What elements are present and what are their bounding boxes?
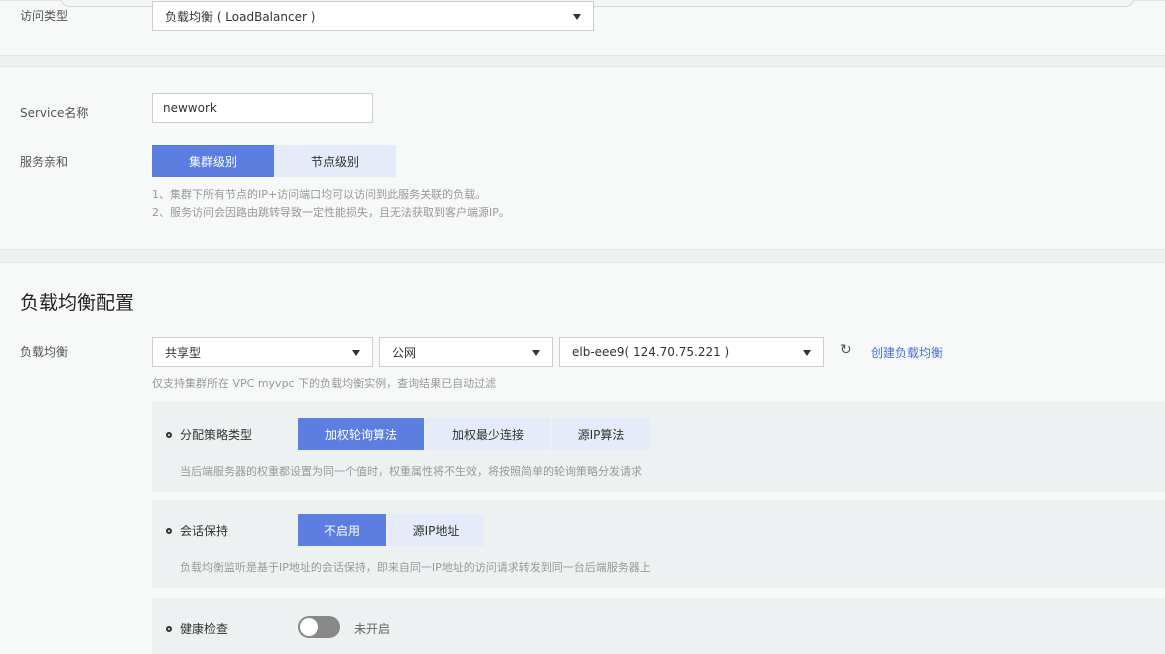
session-panel: 会话保持 不启用 源IP地址 负载均衡监听是基于IP地址的会话保持，即来自同一I… (152, 500, 1165, 588)
bullet-icon (166, 527, 172, 534)
strategy-panel: 分配策略类型 加权轮询算法 加权最少连接 源IP算法 当后端服务器的权重都设置为… (152, 402, 1165, 492)
health-label: 健康检查 (166, 620, 228, 637)
toggle-knob (300, 618, 318, 636)
lb-network-select[interactable]: 公网 (379, 337, 553, 367)
strategy-weighted-rr-button[interactable]: 加权轮询算法 (298, 418, 424, 450)
chevron-down-icon (573, 14, 581, 20)
refresh-icon[interactable]: ↻ (840, 342, 852, 358)
access-type-card: 访问类型 负载均衡 ( LoadBalancer ) (0, 0, 1165, 56)
affinity-node-button[interactable]: 节点级别 (274, 145, 396, 177)
session-label-text: 会话保持 (180, 524, 229, 538)
lb-type-value: 共享型 (165, 345, 202, 360)
strategy-label-text: 分配策略类型 (180, 428, 253, 442)
affinity-note-2: 2、服务访问会因路由跳转导致一定性能损失，且无法获取到客户端源IP。 (152, 206, 510, 219)
health-panel: 健康检查 未开启 (152, 598, 1165, 654)
chevron-down-icon (532, 350, 540, 356)
lb-instance-select[interactable]: elb-eee9( 124.70.75.221 ) (559, 337, 824, 367)
strategy-label: 分配策略类型 (166, 426, 252, 443)
access-type-label: 访问类型 (20, 9, 69, 23)
page: 访问类型 负载均衡 ( LoadBalancer ) Service名称 new… (0, 0, 1165, 654)
affinity-label: 服务亲和 (20, 155, 69, 169)
lb-filter-hint: 仅支持集群所在 VPC myvpc 下的负载均衡实例，查询结果已自动过滤 (152, 377, 497, 390)
service-name-label: Service名称 (20, 106, 89, 120)
health-check-toggle[interactable] (298, 616, 340, 638)
session-source-ip-button[interactable]: 源IP地址 (388, 514, 484, 546)
health-status: 未开启 (354, 622, 391, 636)
lb-label: 负载均衡 (20, 345, 69, 359)
session-disabled-button[interactable]: 不启用 (298, 514, 386, 546)
strategy-weighted-lc-button[interactable]: 加权最少连接 (426, 418, 550, 450)
service-card: Service名称 newwork 服务亲和 集群级别 节点级别 1、集群下所有… (0, 66, 1165, 250)
service-name-value: newwork (163, 101, 217, 115)
bullet-icon (166, 625, 172, 632)
lb-instance-value: elb-eee9( 124.70.75.221 ) (572, 345, 730, 359)
session-label: 会话保持 (166, 522, 228, 539)
lb-type-select[interactable]: 共享型 (152, 337, 373, 367)
affinity-cluster-button[interactable]: 集群级别 (152, 145, 274, 177)
access-type-select[interactable]: 负载均衡 ( LoadBalancer ) (152, 1, 594, 31)
session-hint: 负载均衡监听是基于IP地址的会话保持，即来自同一IP地址的访问请求转发到同一台后… (180, 561, 651, 574)
health-label-text: 健康检查 (180, 622, 229, 636)
strategy-source-ip-button[interactable]: 源IP算法 (552, 418, 650, 450)
access-type-value: 负载均衡 ( LoadBalancer ) (165, 9, 316, 24)
lb-network-value: 公网 (392, 345, 417, 360)
affinity-note-1: 1、集群下所有节点的IP+访问端口均可以访问到此服务关联的负载。 (152, 188, 487, 201)
chevron-down-icon (803, 350, 811, 356)
lb-section-title: 负载均衡配置 (20, 292, 135, 314)
strategy-hint: 当后端服务器的权重都设置为同一个值时，权重属性将不生效，将按照简单的轮询策略分发… (180, 465, 642, 478)
service-name-input[interactable]: newwork (152, 93, 373, 123)
bullet-icon (166, 431, 172, 438)
create-lb-link[interactable]: 创建负载均衡 (871, 344, 943, 361)
chevron-down-icon (352, 350, 360, 356)
